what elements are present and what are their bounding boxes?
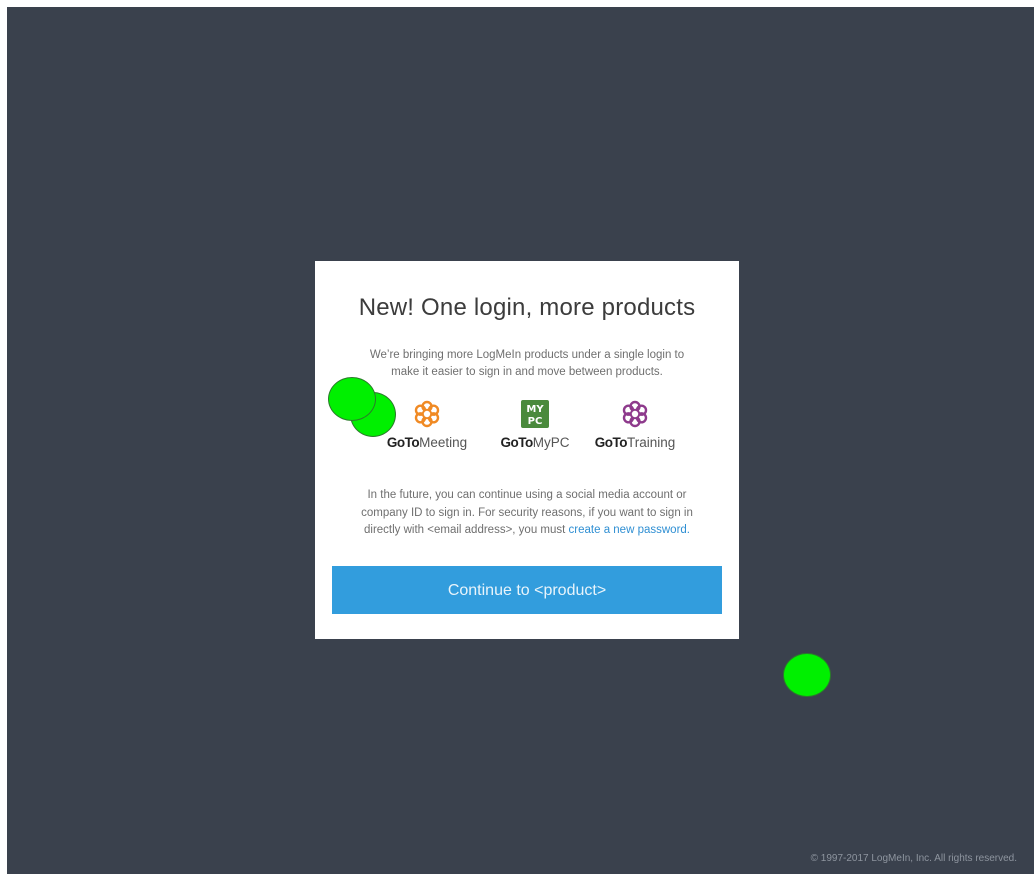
gototraining-flower-icon [622, 400, 648, 428]
copyright-text: © 1997-2017 LogMeIn, Inc. All rights res… [810, 853, 1017, 864]
mypc-badge-bottom-text: PC [528, 416, 543, 427]
product-gototraining: GoToTraining [585, 399, 685, 450]
security-note: In the future, you can continue using a … [345, 487, 709, 540]
modal-title: New! One login, more products [358, 294, 696, 321]
product-gotomypc: MY PC GoToMyPC [485, 399, 585, 450]
mypc-badge-top-text: MY [526, 404, 544, 415]
modal-intro-text: We’re bringing more LogMeIn products und… [369, 349, 685, 378]
click-marker [783, 653, 831, 697]
create-password-link[interactable]: create a new password. [569, 524, 690, 536]
product-name-gototraining: GoToTraining [594, 435, 676, 450]
product-name-gotomypc: GoToMyPC [500, 435, 570, 450]
gotomeeting-flower-icon [414, 400, 440, 428]
page-background: New! One login, more products We’re brin… [7, 7, 1034, 874]
click-marker [328, 377, 376, 421]
gotomypc-icon: MY PC [521, 400, 549, 428]
continue-button[interactable]: Continue to <product> [332, 566, 722, 614]
product-name-gotomeeting: GoToMeeting [386, 435, 468, 450]
login-modal: New! One login, more products We’re brin… [315, 261, 739, 639]
